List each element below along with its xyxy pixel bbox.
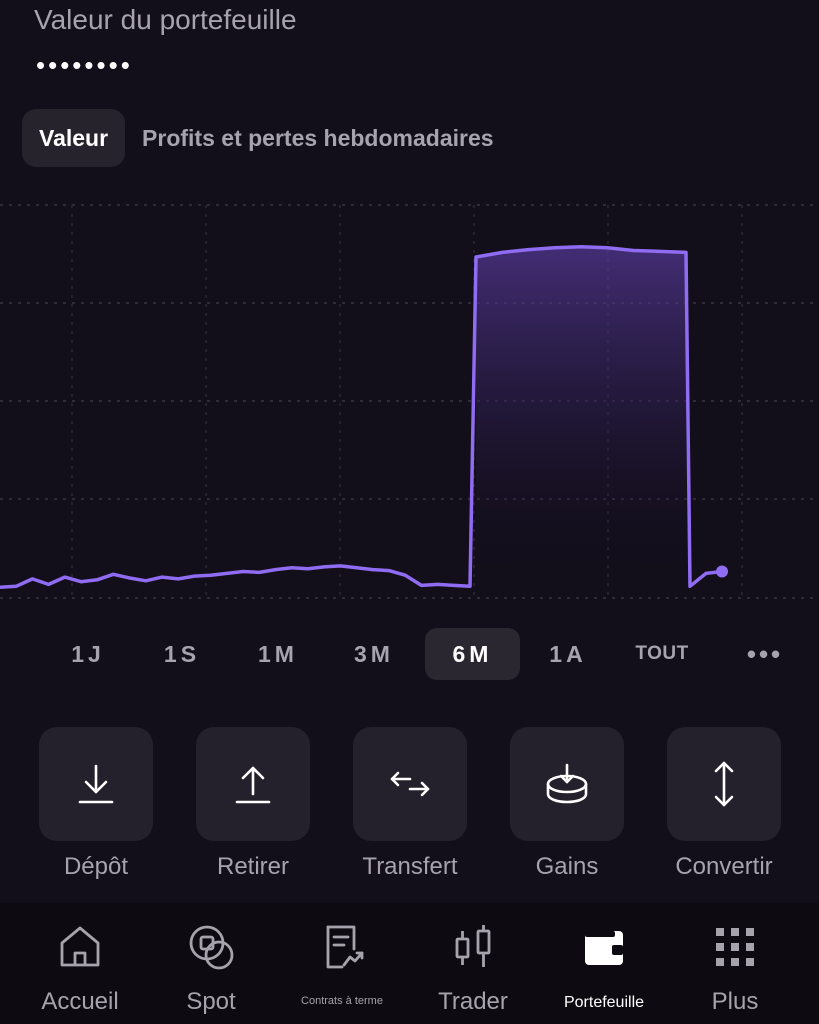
grid-lines [0, 204, 819, 599]
nav-label-spot: Spot [186, 988, 236, 1015]
page-title: Valeur du portefeuille [34, 4, 297, 35]
nav-spot[interactable]: Spot [146, 903, 276, 1024]
futures-icon [326, 925, 364, 969]
nav-label-accueil: Accueil [41, 988, 119, 1015]
deposit-label: Dépôt [63, 853, 129, 880]
range-1j[interactable]: 1J [48, 628, 128, 680]
tab-weekly-pnl[interactable]: Profits et pertes hebdomadaires [125, 109, 511, 167]
nav-accueil[interactable]: Accueil [15, 903, 145, 1024]
deposit-icon [78, 764, 114, 804]
masked-balance[interactable]: •••••••• [36, 50, 133, 80]
time-range-selector: 1J 1S 1M 3M 6M 1A TOUT ••• [40, 628, 810, 680]
candlestick-icon [455, 925, 491, 967]
range-tout[interactable]: TOUT [622, 628, 702, 680]
nav-futures[interactable]: Contrats à terme [277, 903, 407, 1024]
convert-icon [714, 761, 734, 807]
range-1s[interactable]: 1S [142, 628, 222, 680]
wallet-icon [585, 931, 623, 965]
withdraw-label: Retirer [216, 853, 289, 880]
nav-plus[interactable]: Plus [670, 903, 800, 1024]
grid-icon [716, 928, 754, 966]
view-tabs: Valeur Profits et pertes hebdomadaires [22, 109, 511, 167]
area-fill [476, 246, 686, 591]
current-point [716, 565, 728, 578]
withdraw-icon [235, 766, 271, 804]
earn-button[interactable]: Gains [510, 727, 624, 880]
withdraw-button[interactable]: Retirer [196, 727, 310, 880]
more-ranges-button[interactable]: ••• [730, 628, 800, 680]
nav-label-futures: Contrats à terme [301, 995, 383, 1007]
nav-label-trader: Trader [438, 988, 508, 1015]
earn-icon [546, 763, 588, 804]
convert-label: Convertir [675, 853, 773, 880]
nav-trader[interactable]: Trader [408, 903, 538, 1024]
nav-portefeuille[interactable]: Portefeuille [539, 903, 669, 1024]
transfer-label: Transfert [362, 853, 458, 880]
earn-label: Gains [535, 853, 599, 880]
bottom-navigation: Accueil Spot Contrats à terme Trader Por… [0, 903, 819, 1024]
transfer-button[interactable]: Transfert [353, 727, 467, 880]
home-icon [60, 926, 100, 967]
tab-valeur[interactable]: Valeur [22, 109, 126, 167]
range-1a[interactable]: 1A [528, 628, 608, 680]
nav-label-plus: Plus [711, 988, 759, 1015]
deposit-button[interactable]: Dépôt [39, 727, 153, 880]
convert-button[interactable]: Convertir [667, 727, 781, 880]
transfer-icon [390, 771, 430, 797]
quick-actions: Dépôt Retirer Transfert Gains Convertir [0, 727, 819, 887]
range-6m[interactable]: 6M [425, 628, 520, 680]
range-3m[interactable]: 3M [334, 628, 414, 680]
nav-label-portefeuille: Portefeuille [563, 994, 645, 1011]
range-1m[interactable]: 1M [238, 628, 318, 680]
portfolio-chart[interactable] [0, 190, 819, 610]
coins-icon [189, 925, 234, 970]
